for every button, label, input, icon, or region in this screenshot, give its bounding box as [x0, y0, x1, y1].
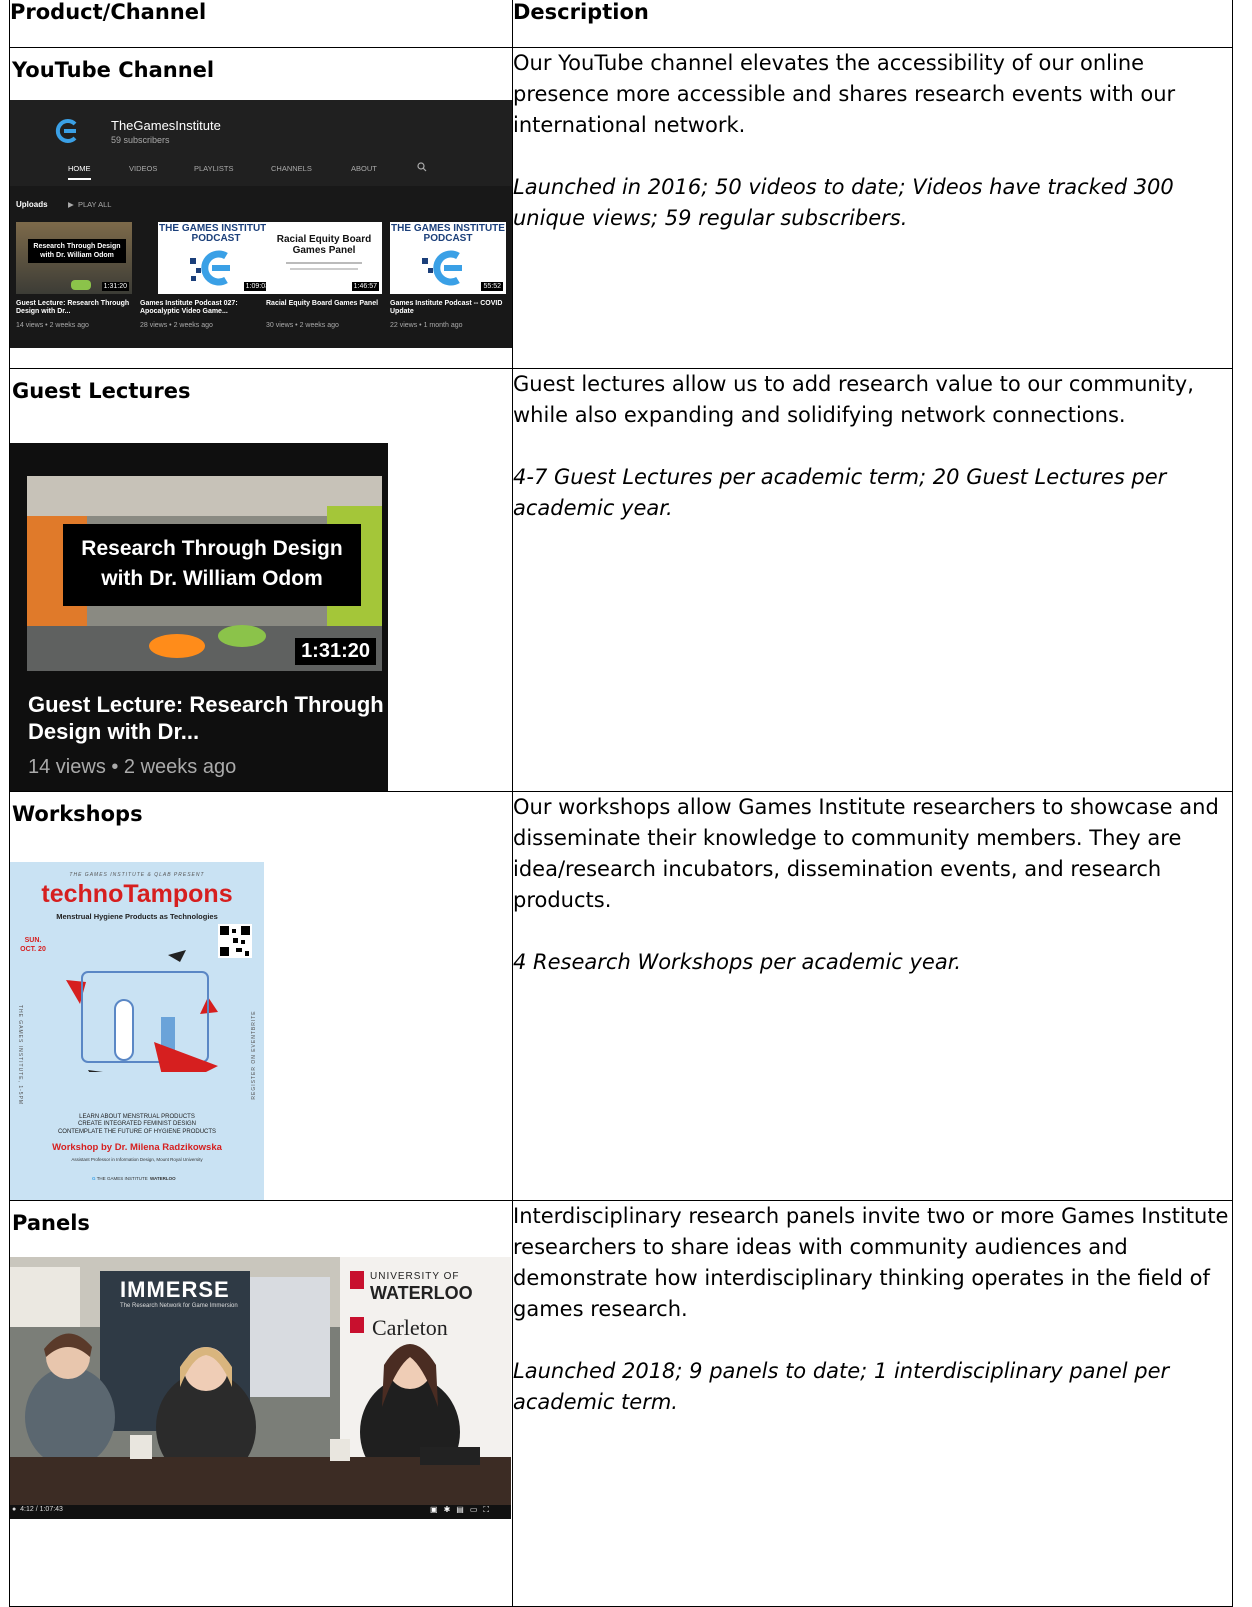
video-thumbnail[interactable]: THE GAMES INSTITUTE PODCAST 1:09:03 — [158, 221, 274, 294]
table-row: Panels IMMERSE The Research Network for … — [9, 1199, 1233, 1607]
video-time: ● 4:12 / 1:07:43 — [12, 1505, 63, 1513]
video-meta: 14 views • 2 weeks ago — [28, 755, 237, 778]
row-stats: 4 Research Workshops per academic year. — [513, 949, 962, 974]
row-description: Guest lectures allow us to add research … — [513, 371, 1194, 427]
video-meta: 22 views • 1 month ago — [390, 321, 463, 329]
video-thumbnail[interactable]: Research Through Design with Dr. William… — [27, 475, 382, 671]
waterloo-logo: WATERLOO — [150, 1175, 176, 1181]
row-stats: Launched 2018; 9 panels to date; 1 inter… — [513, 1358, 1170, 1414]
miniplayer-icon[interactable]: ▤ — [456, 1505, 470, 1514]
youtube-channel-screenshot: TheGamesInstitute 59 subscribers HOME VI… — [10, 99, 512, 348]
header-product-channel: Product/Channel — [9, 0, 513, 48]
captions-icon[interactable]: ▣ — [430, 1505, 444, 1514]
podcast-logo-icon — [190, 250, 230, 285]
channel-name: TheGamesInstitute — [111, 117, 221, 133]
immerse-banner: IMMERSE — [120, 1276, 230, 1302]
play-all-button[interactable]: ▶ PLAY ALL — [68, 200, 111, 209]
tab-channels[interactable]: CHANNELS — [271, 164, 312, 173]
row-stats: Launched in 2016; 50 videos to date; Vid… — [513, 174, 1174, 230]
search-icon[interactable] — [417, 161, 427, 174]
podcast-logo-icon — [422, 250, 462, 285]
row-label-youtube: YouTube Channel — [12, 57, 215, 82]
video-duration: 1:31:20 — [295, 637, 376, 665]
tab-home[interactable]: HOME — [68, 164, 91, 180]
settings-icon[interactable]: ✱ — [444, 1505, 457, 1514]
theater-icon[interactable]: ▭ — [470, 1505, 484, 1514]
video-title[interactable]: Guest Lecture: Research Through Design w… — [28, 691, 388, 745]
row-label-panels: Panels — [12, 1210, 90, 1235]
workshop-poster: THE GAMES INSTITUTE & QLAB PRESENT techn… — [10, 861, 264, 1200]
games-institute-logo-icon — [55, 118, 77, 143]
video-duration: 1:46:57 — [351, 281, 379, 291]
player-controls[interactable]: ▣✱▤▭⛶ — [430, 1505, 495, 1515]
row-stats: 4-7 Guest Lectures per academic term; 20… — [513, 464, 1167, 520]
video-thumbnail[interactable]: THE GAMES INSTITUTE PODCAST 55:52 — [390, 221, 506, 294]
row-label-workshops: Workshops — [12, 801, 143, 826]
qr-code-icon — [218, 923, 252, 958]
games-institute-logo: G THE GAMES INSTITUTE — [92, 1175, 148, 1181]
tab-videos[interactable]: VIDEOS — [129, 164, 157, 173]
poster-title: technoTampons — [41, 879, 233, 908]
video-title[interactable]: Games Institute Podcast 027: Apocalyptic… — [140, 300, 260, 316]
video-title[interactable]: Games Institute Podcast -- COVID Update — [390, 300, 510, 316]
video-thumbnail[interactable]: Research Through Design with Dr. William… — [16, 221, 132, 294]
product-table: Product/Channel Description YouTube Chan… — [9, 0, 1233, 1607]
tab-playlists[interactable]: PLAYLISTS — [194, 164, 233, 173]
video-thumbnail[interactable]: Racial Equity Board Games Panel 1:46:57 — [266, 221, 382, 294]
row-label-guest-lectures: Guest Lectures — [12, 378, 191, 403]
panel-video-still[interactable]: IMMERSE The Research Network for Game Im… — [10, 1256, 511, 1519]
table-row: Workshops THE GAMES INSTITUTE & QLAB PRE… — [9, 790, 1233, 1201]
video-meta: 30 views • 2 weeks ago — [266, 321, 339, 329]
video-duration: 1:31:20 — [101, 281, 129, 291]
row-description: Our workshops allow Games Institute rese… — [513, 794, 1219, 912]
table-row: Guest Lectures Research Through Design w… — [9, 367, 1233, 792]
subscriber-count: 59 subscribers — [111, 134, 170, 145]
video-meta: 14 views • 2 weeks ago — [16, 321, 89, 329]
row-description: Interdisciplinary research panels invite… — [513, 1203, 1229, 1321]
table-row: YouTube Channel TheGamesInstitute 59 sub… — [9, 46, 1233, 369]
video-title[interactable]: Guest Lecture: Research Through Design w… — [16, 300, 136, 316]
video-duration: 55:52 — [481, 281, 503, 291]
row-description: Our YouTube channel elevates the accessi… — [513, 50, 1176, 137]
tab-about[interactable]: ABOUT — [351, 164, 377, 173]
video-meta: 28 views • 2 weeks ago — [140, 321, 213, 329]
fullscreen-icon[interactable]: ⛶ — [483, 1505, 495, 1514]
play-icon[interactable]: ● — [12, 1506, 16, 1513]
video-title[interactable]: Racial Equity Board Games Panel — [266, 300, 386, 308]
guest-lecture-video-card[interactable]: Research Through Design with Dr. William… — [10, 442, 388, 791]
uploads-label: Uploads — [16, 199, 48, 209]
header-description: Description — [512, 0, 1233, 48]
